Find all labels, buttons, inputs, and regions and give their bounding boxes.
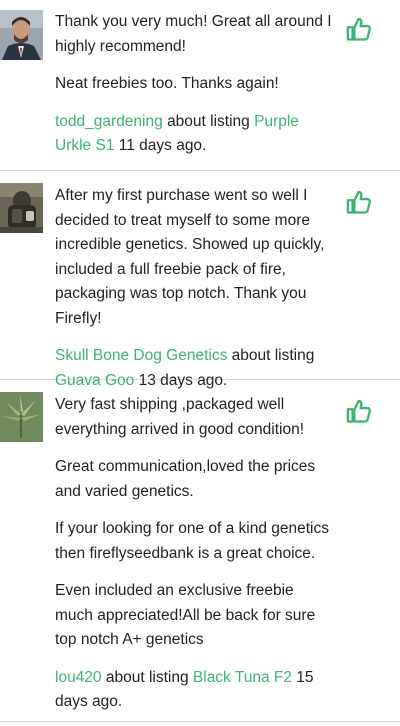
- review-text: Great communication,loved the prices and…: [55, 458, 316, 500]
- review-text: Thank you very much! Great all around I …: [55, 13, 332, 55]
- review-content: After my first purchase went so well I d…: [55, 171, 335, 393]
- reviewer-link[interactable]: todd_gardening: [55, 113, 163, 130]
- review-text: After my first purchase went so well I d…: [55, 187, 325, 327]
- review-text: Very fast shipping ,packaged well everyt…: [55, 396, 305, 438]
- avatar[interactable]: [0, 10, 43, 60]
- reviewer-link[interactable]: lou420: [55, 669, 102, 686]
- review-text: If your looking for one of a kind geneti…: [55, 520, 329, 562]
- listing-link[interactable]: Black Tuna F2: [193, 669, 292, 686]
- review-text: Even included an exclusive freebie much …: [55, 582, 316, 648]
- review-item: Thank you very much! Great all around I …: [0, 0, 400, 171]
- review-meta: lou420 about listing Black Tuna F2 15 da…: [55, 666, 335, 715]
- avatar[interactable]: [0, 392, 43, 442]
- avatar[interactable]: [0, 183, 43, 233]
- about-listing-text: about listing: [231, 347, 315, 364]
- review-text: Neat freebies too. Thanks again!: [55, 75, 279, 92]
- review-meta: todd_gardening about listing Purple Urkl…: [55, 110, 335, 159]
- about-listing-text: about listing: [105, 668, 189, 686]
- reviewer-link[interactable]: Skull Bone Dog Genetics: [55, 347, 227, 364]
- thumbs-up-icon[interactable]: [345, 15, 373, 43]
- review-content: Thank you very much! Great all around I …: [55, 0, 335, 159]
- review-item: Very fast shipping ,packaged well everyt…: [0, 380, 400, 722]
- about-listing-text: about listing: [167, 112, 250, 130]
- review-content: Very fast shipping ,packaged well everyt…: [55, 380, 335, 715]
- thumbs-up-icon[interactable]: [345, 397, 373, 425]
- thumbs-up-icon[interactable]: [345, 188, 373, 216]
- review-item: After my first purchase went so well I d…: [0, 171, 400, 389]
- review-time: 11 days ago.: [118, 137, 207, 154]
